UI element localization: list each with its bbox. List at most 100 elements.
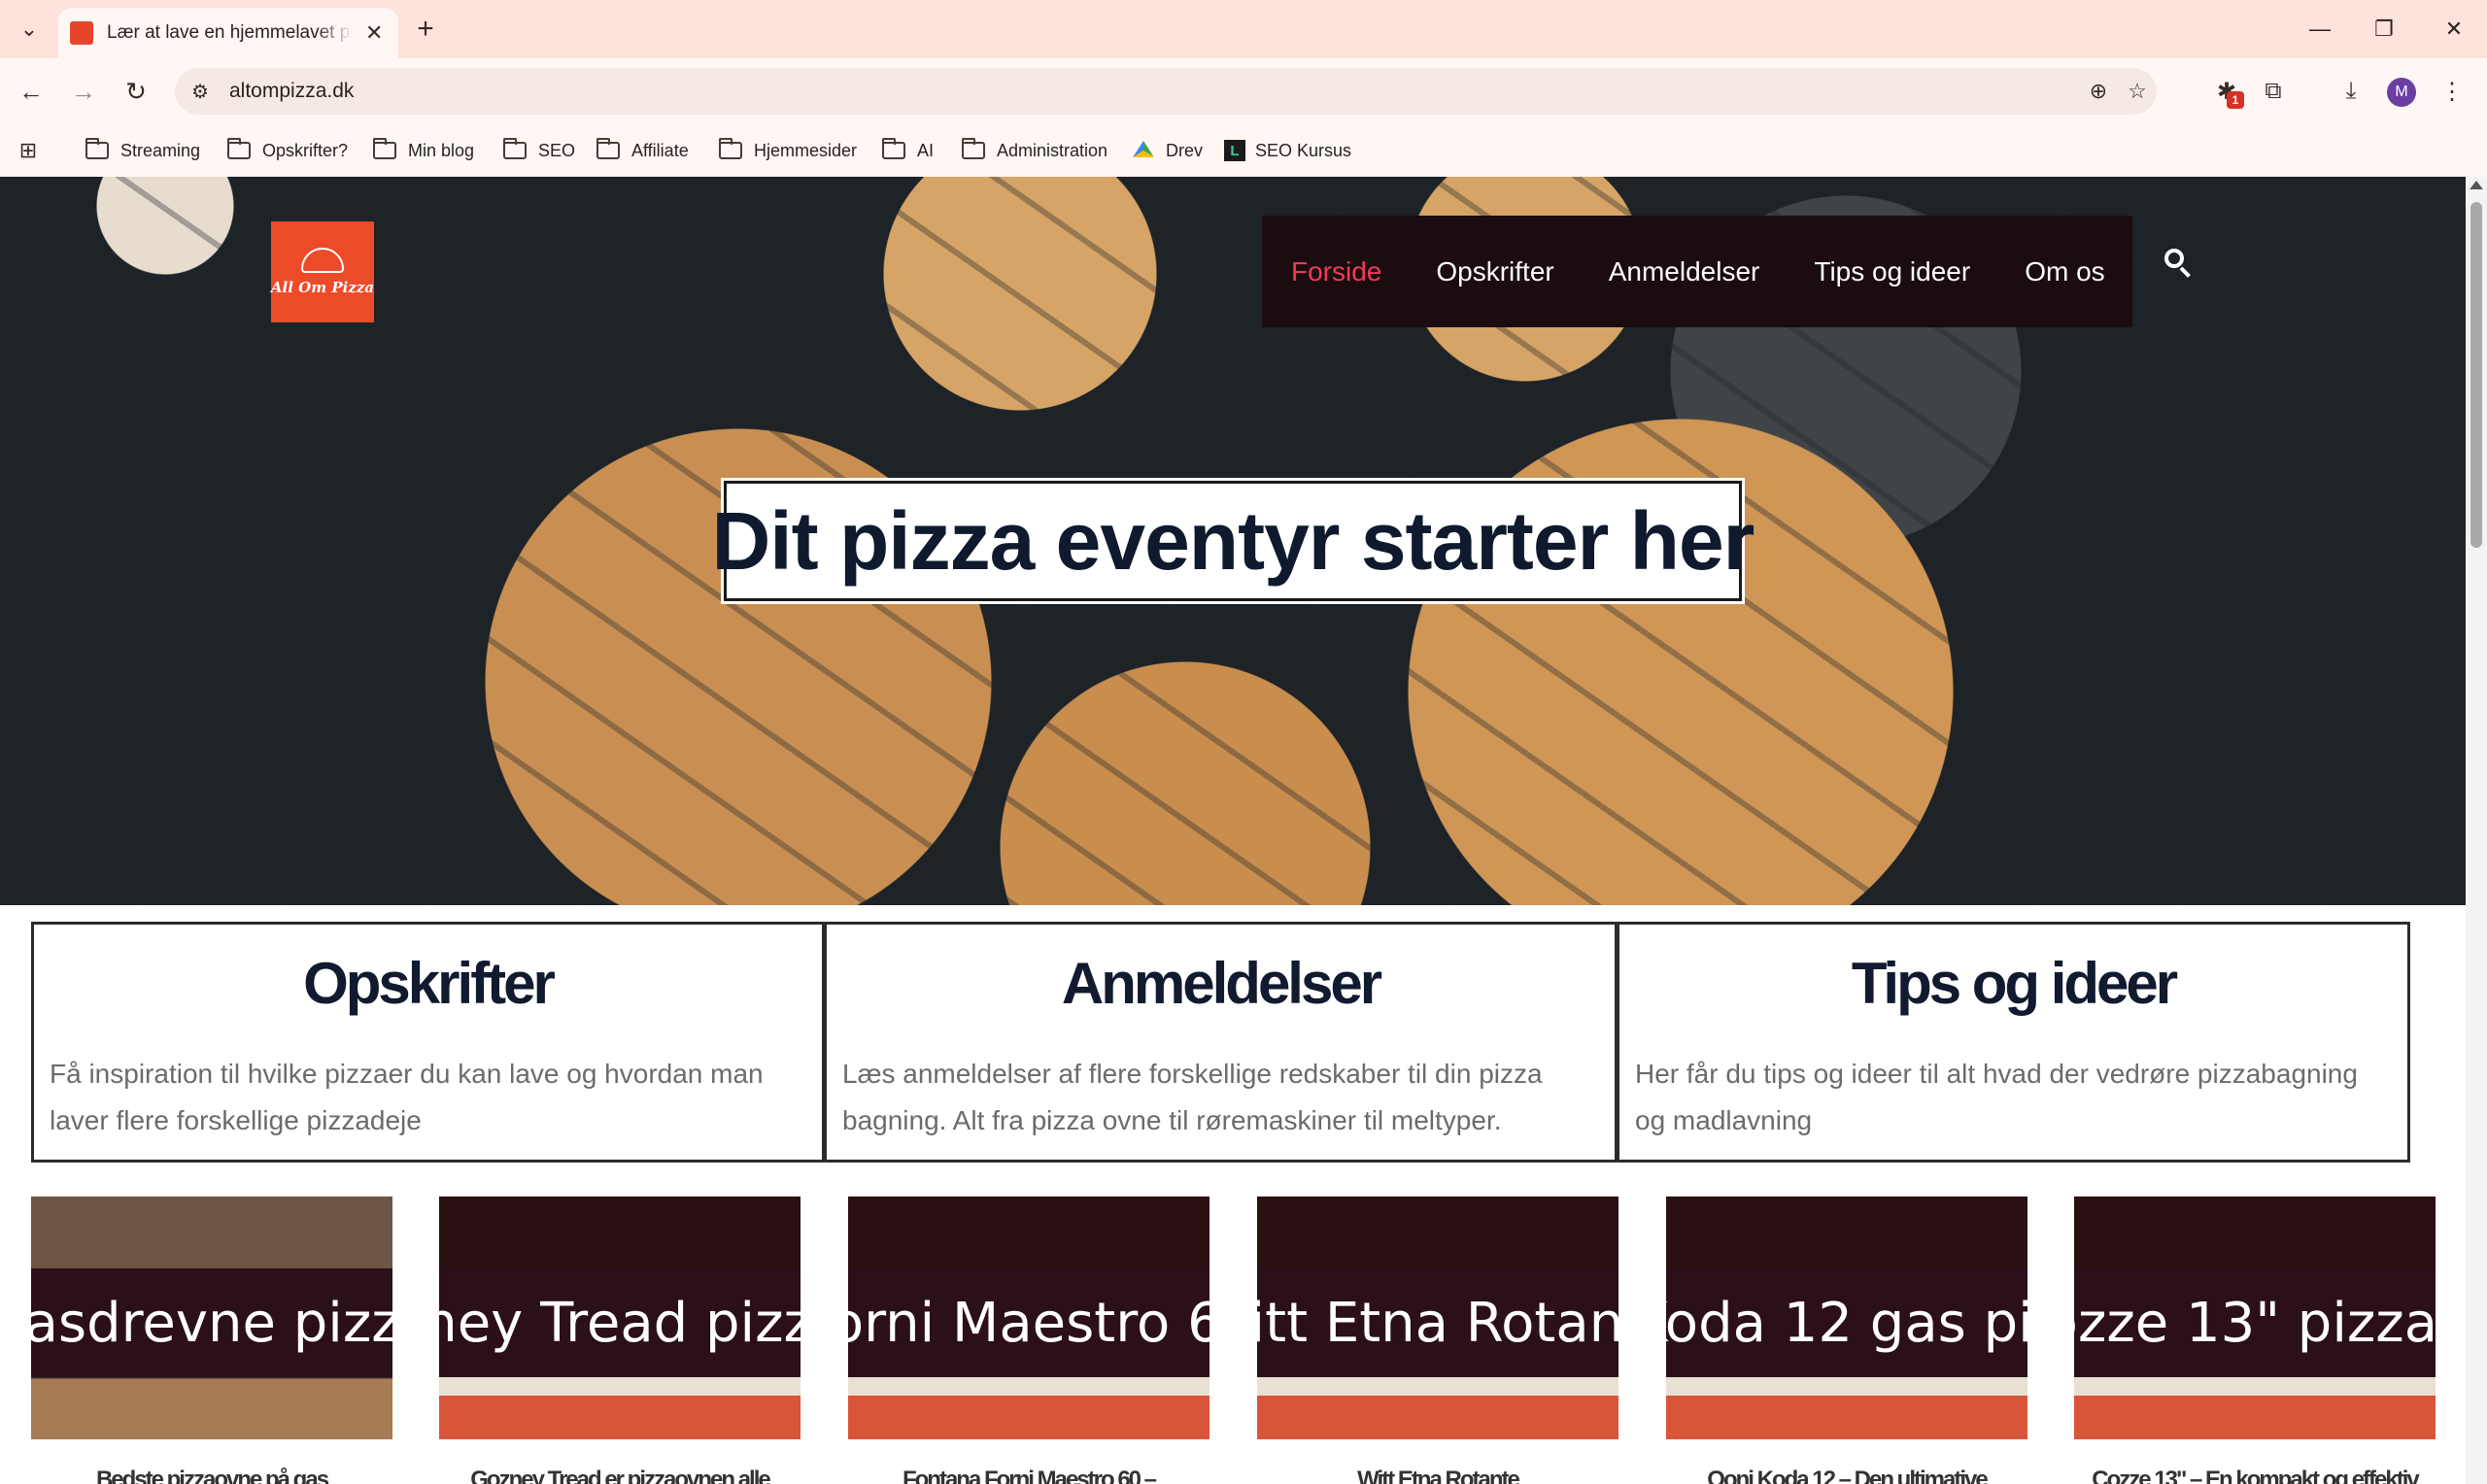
download-icon[interactable]: ⤓ <box>2332 72 2370 111</box>
folder-icon <box>596 138 620 159</box>
hero-title: Dit pizza eventyr starter her <box>711 494 1755 587</box>
bookmark-label: Affiliate <box>631 140 689 160</box>
apps-grid-icon[interactable]: ⊞ <box>14 136 43 165</box>
tab-search-icon[interactable]: ⌄ <box>12 12 47 47</box>
post-title-link[interactable]: Bedste pizzaovne på gas <box>31 1467 392 1484</box>
category-title: Anmeldelser <box>1061 951 1382 1016</box>
folder-icon <box>719 138 742 159</box>
folder-icon <box>227 138 251 159</box>
tab-title: Lær at lave en hjemmelavet pizza <box>107 22 353 43</box>
bookmark-folder[interactable]: Min blog <box>373 137 474 164</box>
close-window-icon[interactable]: ✕ <box>2425 12 2483 47</box>
post-title-link[interactable]: Gozney Tread er pizzaovnen alle <box>439 1467 801 1484</box>
favicon-icon <box>70 21 93 45</box>
bookmark-folder[interactable]: Opskrifter? <box>227 137 348 164</box>
tab-strip: ⌄ Lær at lave en hjemmelavet pizza ✕ + —… <box>0 0 2487 58</box>
bookmark-star-icon[interactable]: ☆ <box>2124 78 2151 105</box>
main-navigation: Forside Opskrifter Anmeldelser Tips og i… <box>1262 216 2132 327</box>
bookmark-label: Opskrifter? <box>262 140 349 160</box>
post-band: zney Tread pizza <box>439 1268 801 1377</box>
back-icon[interactable]: ← <box>12 72 51 111</box>
forward-icon[interactable]: → <box>64 72 103 111</box>
close-tab-icon[interactable]: ✕ <box>362 20 387 46</box>
bookmark-label: Min blog <box>408 140 475 160</box>
menu-kebab-icon[interactable]: ⋮ <box>2433 72 2471 111</box>
pizza-logo-icon <box>301 248 344 273</box>
post-card[interactable]: zney Tread pizza <box>439 1197 801 1439</box>
post-band-text: zney Tread pizza <box>439 1291 801 1355</box>
post-band-text: gasdrevne pizza <box>31 1291 392 1355</box>
post-band-text: Forni Maestro 60 <box>848 1291 1209 1355</box>
post-card[interactable]: Koda 12 gas piz <box>1666 1197 2027 1439</box>
bookmark-label: AI <box>917 140 935 160</box>
browser-toolbar: ← → ↻ ⚙ altompizza.dk ⊕ ☆ ✱ 1 ⧉ ⤓ M ⋮ <box>0 58 2487 124</box>
post-title-link[interactable]: Fontana Forni Maestro 60 – <box>848 1467 1209 1484</box>
bookmark-folder[interactable]: Administration <box>962 137 1107 164</box>
bookmark-label: SEO Kursus <box>1255 140 1352 160</box>
avatar[interactable]: M <box>2387 78 2416 107</box>
restore-icon[interactable]: ❐ <box>2355 12 2413 47</box>
category-text: Læs anmeldelser af flere forskellige red… <box>842 1059 1543 1135</box>
post-title-link[interactable]: Ooni Koda 12 – Den ultimative <box>1666 1467 2027 1484</box>
extension-badge: 1 <box>2227 91 2244 109</box>
post-title-link[interactable]: Witt Etna Rotante <box>1257 1467 1618 1484</box>
site-settings-icon[interactable]: ⚙ <box>187 78 214 105</box>
bookmark-label: Streaming <box>120 140 201 160</box>
extensions-puzzle-icon[interactable]: ⧉ <box>2254 72 2293 111</box>
bookmark-seo-kursus[interactable]: L SEO Kursus <box>1224 137 1351 164</box>
nav-tips-og-ideer[interactable]: Tips og ideer <box>1814 256 1970 287</box>
extension-icon[interactable]: ✱ 1 <box>2207 72 2246 111</box>
category-box-anmeldelser[interactable]: Anmeldelser Læs anmeldelser af flere for… <box>824 922 1618 1163</box>
post-band: Koda 12 gas piz <box>1666 1268 2027 1377</box>
category-title: Tips og ideer <box>1851 951 2178 1016</box>
category-text: Få inspiration til hvilke pizzaer du kan… <box>50 1059 764 1135</box>
post-card[interactable]: Witt Etna Rotante <box>1257 1197 1618 1439</box>
scroll-thumb[interactable] <box>2470 202 2482 548</box>
post-band: gasdrevne pizza <box>31 1268 392 1377</box>
category-box-tips-og-ideer[interactable]: Tips og ideer Her får du tips og ideer t… <box>1617 922 2410 1163</box>
post-band: Witt Etna Rotante <box>1257 1268 1618 1377</box>
logo-text: All Om Pizza <box>270 279 375 296</box>
post-card[interactable]: Forni Maestro 60 <box>848 1197 1209 1439</box>
site-logo[interactable]: All Om Pizza <box>271 221 374 322</box>
folder-icon <box>882 138 905 159</box>
category-text: Her får du tips og ideer til alt hvad de… <box>1635 1059 2358 1135</box>
post-band: Cozze 13" pizzaov <box>2074 1268 2436 1377</box>
bookmark-folder[interactable]: AI <box>882 137 934 164</box>
new-tab-icon[interactable]: + <box>408 12 443 47</box>
browser-chrome: ⌄ Lær at lave en hjemmelavet pizza ✕ + —… <box>0 0 2487 177</box>
post-band-text: Witt Etna Rotante <box>1257 1291 1618 1355</box>
tab-active[interactable]: Lær at lave en hjemmelavet pizza ✕ <box>58 8 398 58</box>
bookmark-folder[interactable]: SEO <box>503 137 575 164</box>
nav-anmeldelser[interactable]: Anmeldelser <box>1609 256 1760 287</box>
url-text[interactable]: altompizza.dk <box>229 80 354 103</box>
nav-om-os[interactable]: Om os <box>2025 256 2104 287</box>
drive-icon <box>1133 141 1154 157</box>
reload-icon[interactable]: ↻ <box>117 72 155 111</box>
post-card[interactable]: gasdrevne pizza <box>31 1197 392 1439</box>
category-box-opskrifter[interactable]: Opskrifter Få inspiration til hvilke piz… <box>31 922 825 1163</box>
bookmark-drive[interactable]: Drev <box>1133 137 1203 164</box>
bookmark-label: Hjemmesider <box>754 140 858 160</box>
zoom-icon[interactable]: ⊕ <box>2085 78 2112 105</box>
post-band-text: Cozze 13" pizzaov <box>2074 1291 2436 1355</box>
address-bar[interactable]: ⚙ altompizza.dk ⊕ ☆ <box>175 68 2157 115</box>
scroll-up-arrow-icon[interactable] <box>2470 181 2483 189</box>
nav-opskrifter[interactable]: Opskrifter <box>1436 256 1553 287</box>
category-title: Opskrifter <box>303 951 556 1016</box>
page-scrollbar[interactable] <box>2466 177 2487 1484</box>
post-card[interactable]: Cozze 13" pizzaov <box>2074 1197 2436 1439</box>
minimize-icon[interactable]: — <box>2291 12 2349 47</box>
post-band: Forni Maestro 60 <box>848 1268 1209 1377</box>
bookmark-folder[interactable]: Affiliate <box>596 137 689 164</box>
search-icon[interactable] <box>2161 247 2197 284</box>
folder-icon <box>503 138 527 159</box>
folder-icon <box>85 138 109 159</box>
folder-icon <box>962 138 985 159</box>
nav-forside[interactable]: Forside <box>1291 256 1381 287</box>
post-title-link[interactable]: Cozze 13" – En kompakt og effektiv <box>2074 1467 2436 1484</box>
bookmark-folder[interactable]: Streaming <box>85 137 200 164</box>
bookmark-label: Drev <box>1166 140 1204 160</box>
bookmark-folder[interactable]: Hjemmesider <box>719 137 857 164</box>
post-band-text: Koda 12 gas piz <box>1666 1291 2027 1355</box>
